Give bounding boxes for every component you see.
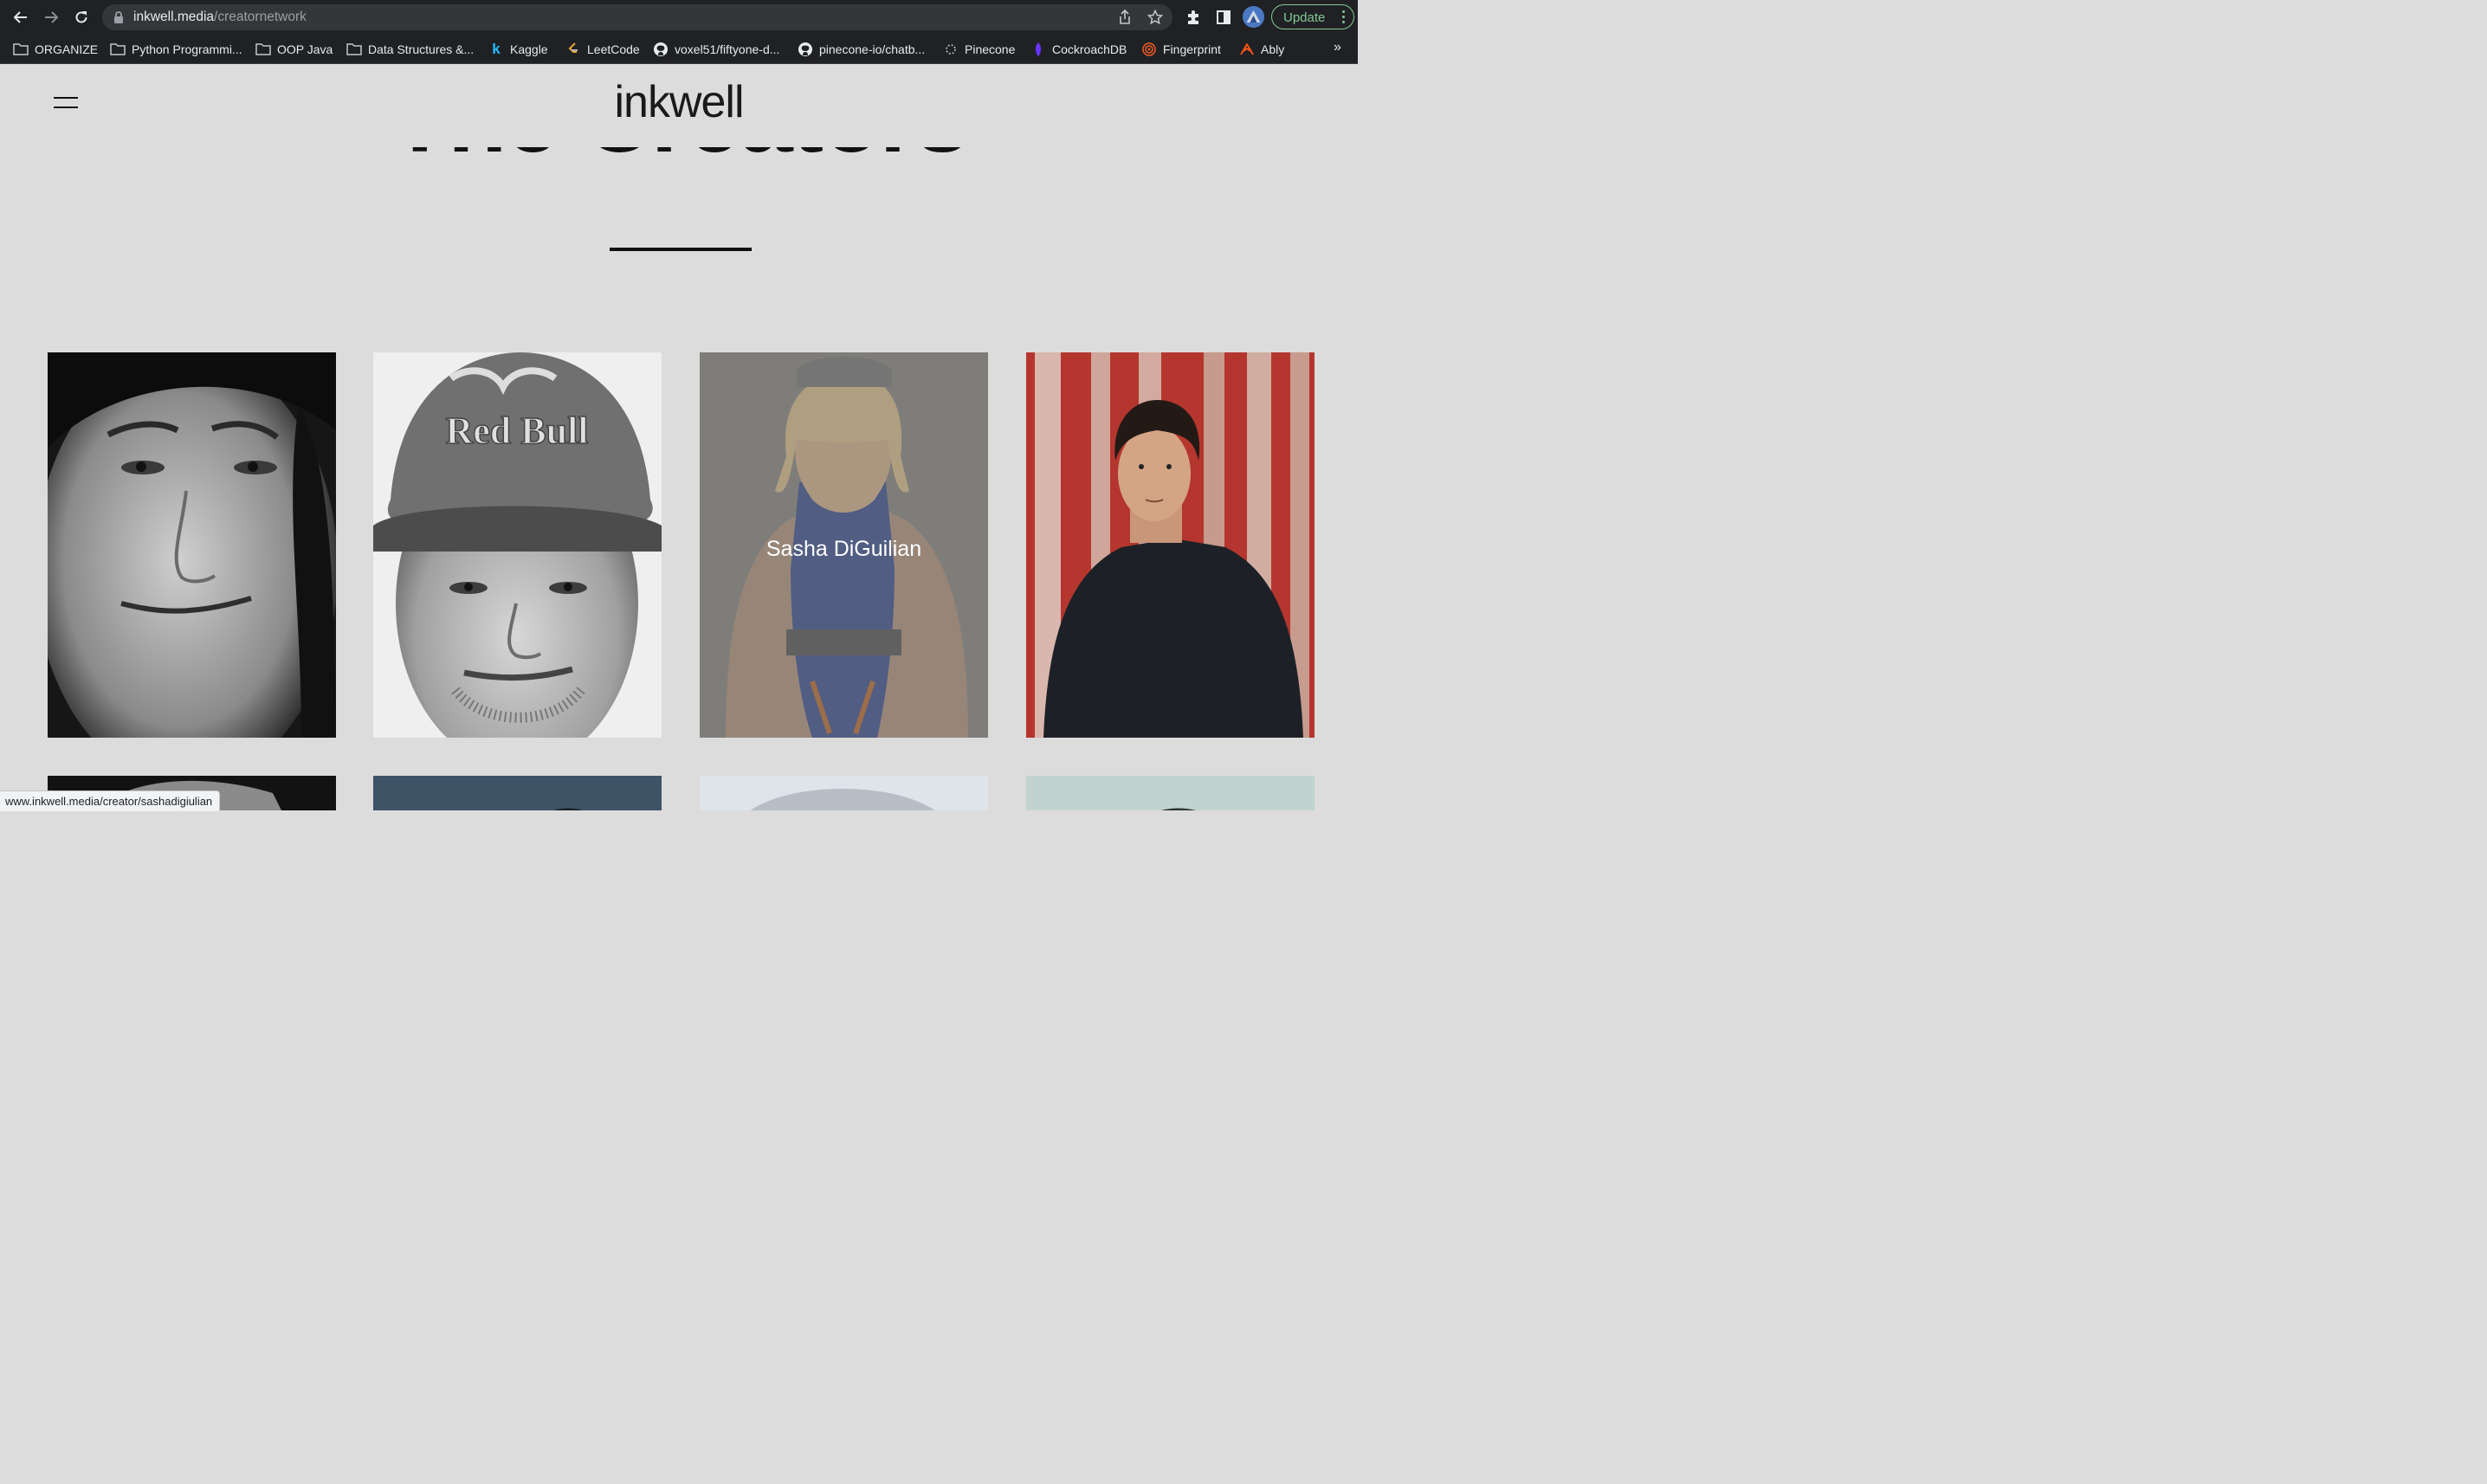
- folder-icon: [109, 42, 126, 57]
- forward-arrow-icon: [45, 11, 59, 23]
- creator-card[interactable]: Sasha DiGuilian: [700, 352, 988, 738]
- bookmark-label: CockroachDB: [1052, 42, 1127, 56]
- bookmark-label: pinecone-io/chatb...: [819, 42, 926, 56]
- creator-photo: [700, 776, 988, 810]
- creator-card[interactable]: [1026, 776, 1315, 810]
- update-button[interactable]: Update: [1271, 4, 1354, 29]
- bookmark-item[interactable]: voxel51/fiftyone-d...: [652, 41, 779, 58]
- url-text[interactable]: inkwell.media/creatornetwork: [133, 10, 307, 25]
- folder-icon: [12, 42, 29, 57]
- creator-photo: [1026, 352, 1315, 738]
- bookmark-item[interactable]: Pinecone: [942, 41, 1015, 58]
- creator-name: Sasha DiGuilian: [765, 537, 922, 561]
- share-button[interactable]: [1115, 8, 1134, 27]
- creator-photo: Red Bull: [373, 352, 662, 738]
- browser-toolbar: inkwell.media/creatornetwork Update: [0, 0, 1358, 35]
- creator-card[interactable]: Red Bull: [373, 352, 662, 738]
- bookmark-label: Pinecone: [965, 42, 1016, 56]
- creator-card[interactable]: [1026, 352, 1315, 738]
- bookmark-star-button[interactable]: [1146, 8, 1165, 27]
- profile-icon: [1243, 6, 1264, 28]
- folder-icon: [346, 42, 363, 57]
- fingerprint-icon: [1140, 42, 1158, 57]
- bookmark-item[interactable]: Fingerprint: [1140, 41, 1221, 58]
- profile-avatar[interactable]: [1243, 6, 1264, 28]
- bookmark-item[interactable]: Data Structures &...: [346, 41, 474, 58]
- back-button[interactable]: [9, 5, 33, 29]
- bookmark-label: Data Structures &...: [368, 42, 475, 56]
- bookmarks-bar: ORGANIZE Python Programmi... OOP Java Data …: [0, 35, 1358, 64]
- bookmark-label: voxel51/fiftyone-d...: [675, 42, 780, 56]
- cap-logo: Red Bull: [445, 410, 588, 452]
- title-divider: [610, 248, 752, 251]
- creator-photo: [1026, 776, 1315, 810]
- creator-photo: [48, 352, 336, 738]
- leetcode-icon: [565, 42, 582, 57]
- bookmark-label: LeetCode: [587, 42, 640, 56]
- bookmark-label: Ably: [1261, 42, 1285, 56]
- update-label: Update: [1283, 10, 1326, 25]
- site-logo[interactable]: inkwell: [0, 76, 1358, 128]
- reload-button[interactable]: [69, 5, 94, 29]
- bookmark-item[interactable]: LeetCode: [565, 41, 640, 58]
- side-panel-icon: [1217, 10, 1231, 24]
- share-icon: [1120, 10, 1130, 24]
- bookmark-item[interactable]: CockroachDB: [1030, 41, 1127, 58]
- creator-card[interactable]: [48, 352, 336, 738]
- bookmarks-overflow-button[interactable]: »: [1334, 40, 1341, 55]
- kaggle-icon: k: [492, 41, 501, 57]
- folder-icon: [255, 42, 272, 57]
- page-content: The Creators inkwell: [0, 64, 1358, 810]
- bookmark-label: Fingerprint: [1163, 42, 1221, 56]
- github-icon: [652, 42, 669, 57]
- bookmark-item[interactable]: pinecone-io/chatb...: [797, 41, 925, 58]
- bookmark-item[interactable]: Ably: [1238, 41, 1284, 58]
- creator-card[interactable]: [700, 776, 988, 810]
- bookmark-label: OOP Java: [277, 42, 333, 56]
- link-status-bar: www.inkwell.media/creator/sashadigiulian: [0, 790, 221, 811]
- creator-photo: [373, 776, 662, 810]
- extensions-button[interactable]: [1181, 5, 1205, 29]
- bookmark-item[interactable]: k Kaggle: [488, 41, 548, 58]
- url-path: /creatornetwork: [214, 10, 307, 24]
- address-bar[interactable]: inkwell.media/creatornetwork: [102, 4, 1172, 30]
- pinecone-icon: [942, 42, 959, 57]
- bookmark-label: Python Programmi...: [132, 42, 242, 56]
- bookmark-item[interactable]: Python Programmi...: [109, 41, 242, 58]
- ably-icon: [1238, 42, 1256, 57]
- bookmark-item[interactable]: OOP Java: [255, 41, 333, 58]
- bookmark-item[interactable]: ORGANIZE: [12, 41, 98, 58]
- more-menu-icon: [1342, 10, 1346, 26]
- bookmark-label: Kaggle: [510, 42, 548, 56]
- github-icon: [797, 42, 814, 57]
- bookmark-label: ORGANIZE: [35, 42, 99, 56]
- creator-card[interactable]: [373, 776, 662, 810]
- back-arrow-icon: [13, 11, 27, 23]
- puzzle-icon: [1188, 10, 1198, 24]
- side-panel-button[interactable]: [1211, 5, 1236, 29]
- site-header: inkwell: [0, 64, 1358, 147]
- reload-icon: [75, 11, 87, 23]
- lock-icon[interactable]: [113, 10, 125, 24]
- cockroachdb-icon: [1030, 42, 1047, 57]
- star-icon: [1147, 10, 1163, 25]
- url-domain: inkwell.media: [133, 10, 215, 24]
- forward-button[interactable]: [39, 5, 63, 29]
